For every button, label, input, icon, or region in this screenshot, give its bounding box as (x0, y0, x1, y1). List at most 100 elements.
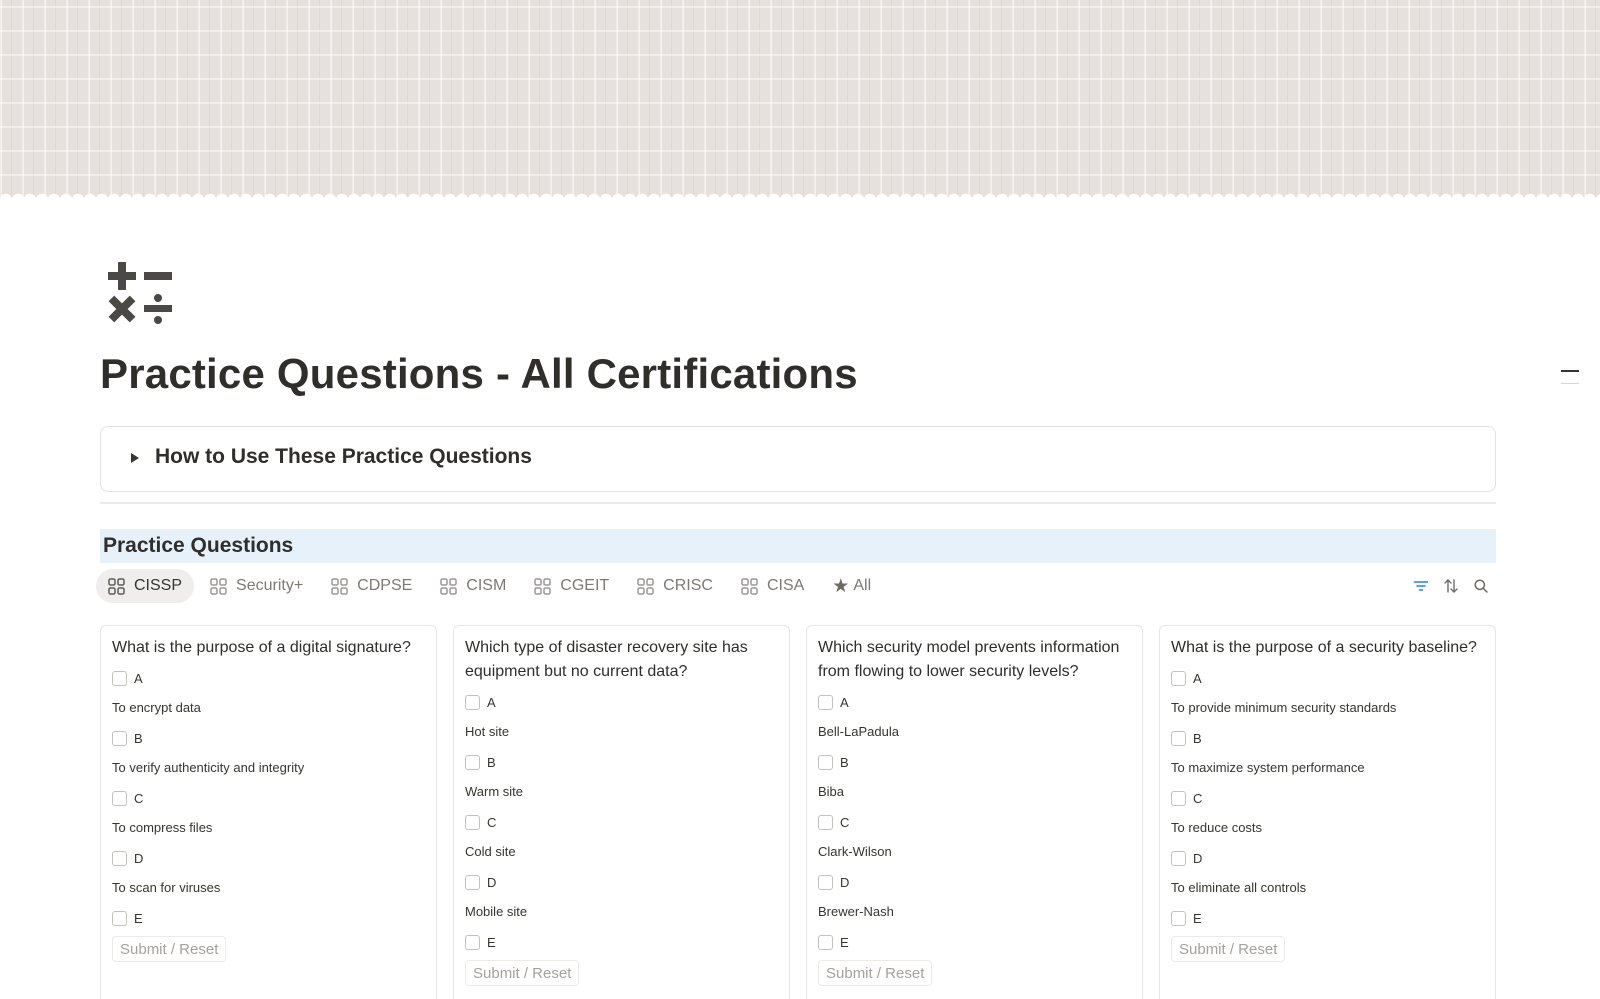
option-a-row: A (818, 690, 1131, 714)
tab-security-plus[interactable]: Security+ (198, 569, 315, 603)
submit-reset-button[interactable]: Submit / Reset (465, 960, 580, 986)
option-e-row: E (465, 930, 778, 954)
filter-icon[interactable] (1406, 574, 1436, 598)
option-c-checkbox[interactable] (112, 790, 127, 806)
option-e-checkbox[interactable] (465, 934, 480, 950)
option-letter: B (134, 730, 143, 746)
star-icon: ★ (832, 575, 850, 597)
tab-label: Security+ (236, 577, 304, 594)
option-c-checkbox[interactable] (465, 814, 480, 830)
option-letter: B (1193, 730, 1202, 746)
option-d-checkbox[interactable] (818, 874, 833, 890)
gallery-grid-icon (108, 577, 125, 595)
option-e-checkbox[interactable] (112, 910, 127, 926)
option-d-checkbox[interactable] (112, 850, 127, 866)
question-card[interactable]: What is the purpose of a security baseli… (1159, 625, 1496, 999)
option-a-checkbox[interactable] (818, 694, 833, 710)
option-a-row: A (465, 690, 778, 714)
option-b-row: B (1171, 726, 1484, 750)
tab-all[interactable]: ★ All (820, 569, 883, 603)
question-text: What is the purpose of a security baseli… (1171, 639, 1477, 656)
toggle-label: How to Use These Practice Questions (155, 445, 532, 468)
option-letter: D (487, 874, 497, 890)
option-letter: D (840, 874, 850, 890)
question-card[interactable]: Which type of disaster recovery site has… (453, 625, 790, 999)
option-b-checkbox[interactable] (112, 730, 127, 746)
option-letter: C (840, 814, 850, 830)
option-e-row: E (1171, 906, 1484, 930)
tab-label: CDPSE (357, 577, 413, 594)
gallery-grid-icon (210, 577, 227, 595)
option-a-row: A (112, 666, 425, 690)
tab-label: CISA (766, 577, 805, 594)
option-d-row: D (112, 846, 425, 870)
option-b-text: To maximize system performance (1171, 760, 1365, 775)
tab-label: All (853, 577, 872, 594)
option-c-row: C (465, 810, 778, 834)
page-cover (0, 0, 1600, 200)
question-card[interactable]: Which security model prevents informatio… (806, 625, 1143, 999)
option-letter: D (134, 850, 144, 866)
option-c-row: C (112, 786, 425, 810)
option-e-row: E (112, 906, 425, 930)
tab-label: CGEIT (560, 577, 610, 594)
page-title: Practice Questions - All Certifications (100, 350, 858, 397)
option-d-row: D (818, 870, 1131, 894)
sort-icon[interactable] (1436, 574, 1466, 598)
table-of-contents-button[interactable] (1561, 368, 1579, 384)
option-letter: E (134, 910, 143, 926)
option-c-text: Clark-Wilson (818, 844, 892, 859)
submit-reset-button[interactable]: Submit / Reset (818, 960, 933, 986)
gallery-grid-icon (637, 577, 654, 595)
option-c-row: C (1171, 786, 1484, 810)
toggle-arrow-icon[interactable] (131, 453, 139, 463)
option-letter: A (487, 694, 496, 710)
tab-crisc[interactable]: CRISC (625, 569, 725, 603)
gallery-cards: What is the purpose of a digital signatu… (100, 625, 1496, 999)
option-c-checkbox[interactable] (1171, 790, 1186, 806)
option-b-row: B (112, 726, 425, 750)
option-d-row: D (465, 870, 778, 894)
option-a-text: To encrypt data (112, 700, 201, 715)
option-e-checkbox[interactable] (1171, 910, 1186, 926)
option-c-checkbox[interactable] (818, 814, 833, 830)
option-letter: A (134, 670, 143, 686)
option-e-checkbox[interactable] (818, 934, 833, 950)
question-text: What is the purpose of a digital signatu… (112, 639, 411, 656)
option-b-checkbox[interactable] (818, 754, 833, 770)
option-letter: C (134, 790, 144, 806)
search-icon[interactable] (1466, 574, 1496, 598)
option-b-row: B (465, 750, 778, 774)
option-a-checkbox[interactable] (465, 694, 480, 710)
option-letter: B (487, 754, 496, 770)
option-a-checkbox[interactable] (112, 670, 127, 686)
option-b-row: B (818, 750, 1131, 774)
tab-cisa[interactable]: CISA (729, 569, 816, 603)
option-a-row: A (1171, 666, 1484, 690)
option-c-text: Cold site (465, 844, 516, 859)
option-b-checkbox[interactable] (465, 754, 480, 770)
tab-cdpse[interactable]: CDPSE (319, 569, 424, 603)
option-a-checkbox[interactable] (1171, 670, 1186, 686)
question-text: Which security model prevents informatio… (818, 639, 1120, 680)
option-d-text: To scan for viruses (112, 880, 221, 895)
tab-cism[interactable]: CISM (428, 569, 518, 603)
submit-reset-button[interactable]: Submit / Reset (1171, 936, 1286, 962)
question-card[interactable]: What is the purpose of a digital signatu… (100, 625, 437, 999)
calculator-symbols-icon[interactable] (108, 262, 176, 330)
option-letter: C (1193, 790, 1203, 806)
how-to-use-toggle[interactable]: How to Use These Practice Questions (100, 426, 1496, 492)
option-d-text: Mobile site (465, 904, 528, 919)
option-a-text: Hot site (465, 724, 510, 739)
option-b-checkbox[interactable] (1171, 730, 1186, 746)
option-a-text: To provide minimum security standards (1171, 700, 1397, 715)
option-b-text: Biba (818, 784, 845, 799)
tab-cissp[interactable]: CISSP (96, 569, 195, 603)
tab-cgeit[interactable]: CGEIT (522, 569, 621, 603)
submit-reset-button[interactable]: Submit / Reset (112, 936, 227, 962)
tab-label: CISSP (134, 577, 183, 594)
option-d-checkbox[interactable] (1171, 850, 1186, 866)
view-toolbar (1406, 574, 1496, 598)
gallery-grid-icon (534, 577, 552, 595)
option-d-checkbox[interactable] (465, 874, 480, 890)
